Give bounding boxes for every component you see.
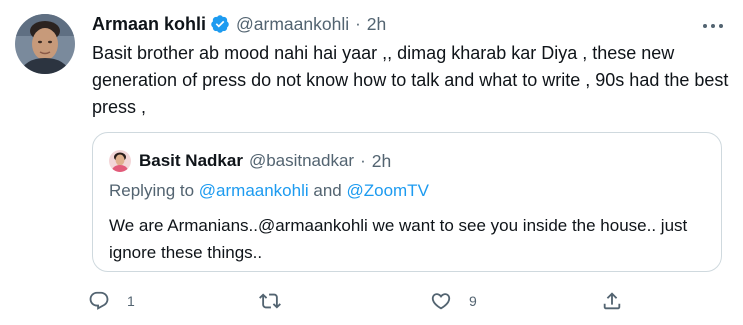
quoted-avatar-photo-icon: [109, 150, 131, 172]
quoted-separator-dot: ·: [360, 151, 366, 170]
tweet[interactable]: Armaan kohli @armaankohli · 2h Basit bro…: [0, 0, 743, 325]
more-dot-2-icon: [711, 24, 715, 28]
tweet-header: Armaan kohli @armaankohli · 2h: [92, 12, 386, 36]
verified-badge-icon: [211, 15, 229, 33]
retweet-icon: [259, 293, 281, 309]
mention-link-zoomtv[interactable]: @ZoomTV: [346, 181, 428, 200]
replying-to-line: Replying to @armaankohli and @ZoomTV: [109, 181, 429, 201]
tweet-text: Basit brother ab mood nahi hai yaar ,, d…: [92, 43, 729, 117]
quoted-tweet-header: Basit Nadkar @basitnadkar · 2h: [139, 149, 391, 173]
mention-link-armaankohli[interactable]: @armaankohli: [199, 181, 309, 200]
avatar-photo-icon: [15, 14, 75, 74]
retweet-button[interactable]: [259, 286, 298, 316]
like-button[interactable]: 9: [430, 286, 477, 316]
author-avatar[interactable]: [15, 14, 75, 74]
more-dot-3-icon: [719, 24, 723, 28]
replying-and-label: and: [308, 181, 347, 200]
reply-icon: [89, 291, 109, 310]
quoted-author-name[interactable]: Basit Nadkar: [139, 151, 243, 171]
reply-count: 1: [127, 293, 135, 309]
author-name[interactable]: Armaan kohli: [92, 14, 206, 35]
tweet-actions-bar: 1 9: [88, 286, 648, 316]
more-dot-1-icon: [703, 24, 707, 28]
tweet-timestamp[interactable]: 2h: [367, 14, 386, 35]
quoted-tweet[interactable]: Basit Nadkar @basitnadkar · 2h Replying …: [92, 132, 722, 272]
separator-dot: ·: [355, 14, 361, 33]
quoted-tweet-text: We are Armanians..@armaankohli we want t…: [109, 216, 688, 262]
reply-button[interactable]: 1: [88, 286, 135, 316]
more-options-button[interactable]: [698, 14, 728, 38]
quoted-author-handle[interactable]: @basitnadkar: [249, 151, 354, 171]
replying-to-label: Replying to: [109, 181, 199, 200]
like-count: 9: [469, 293, 477, 309]
quoted-tweet-timestamp[interactable]: 2h: [372, 151, 391, 172]
author-handle[interactable]: @armaankohli: [236, 14, 349, 35]
heart-icon: [431, 293, 451, 310]
share-button[interactable]: [601, 286, 623, 316]
quoted-author-avatar[interactable]: [109, 150, 131, 172]
share-icon: [603, 292, 621, 310]
